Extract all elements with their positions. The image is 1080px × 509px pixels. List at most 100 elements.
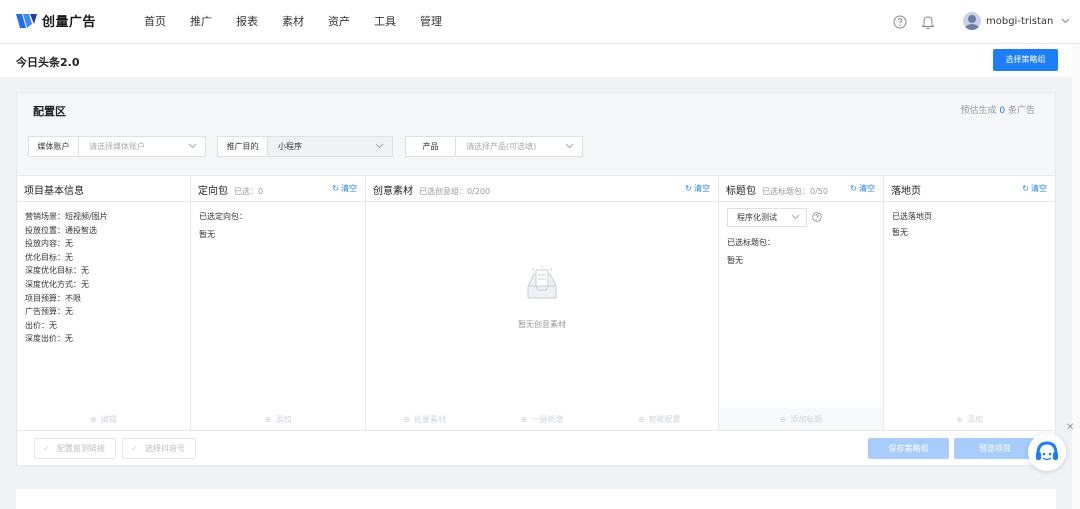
product-select[interactable]: 产品 请选择产品(可选填) bbox=[405, 136, 583, 157]
selected-label: 已选标题包： bbox=[727, 238, 775, 247]
chevron-down-icon bbox=[188, 143, 197, 149]
headline-column: 标题包已选标题包：0/50 清空 程序化测试 已选标题包： 暂无 bbox=[719, 176, 884, 430]
filter-label: 媒体账户 bbox=[29, 137, 79, 156]
add-headline-button[interactable]: 添加标题 bbox=[780, 414, 822, 425]
info-line: 深度优化方式：无 bbox=[25, 279, 89, 289]
clear-targeting-button[interactable]: 清空 bbox=[332, 183, 357, 194]
empty-text: 暂无 bbox=[892, 227, 908, 237]
config-header: 配置区 预估生成 0 条广告 媒体账户 请选择媒体账户 推广目的 小程序 产品 … bbox=[17, 93, 1055, 175]
project-info-column: 项目基本信息 营销场景：短视频/图片 投放位置：通投智选 投放内容：无 优化目标… bbox=[17, 176, 191, 430]
smart-config-button[interactable]: 智能配置 bbox=[638, 414, 681, 425]
landing-column: 落地页 清空 已选落地页 暂无 添加 bbox=[884, 176, 1055, 430]
close-icon[interactable]: ✕ bbox=[1066, 422, 1074, 433]
chevron-down-icon bbox=[1062, 18, 1070, 24]
select-account-button[interactable]: 选择抖音号 bbox=[122, 438, 196, 459]
info-line: 营销场景：短视频/图片 bbox=[25, 212, 108, 221]
brand-logo[interactable]: 创量广告 bbox=[16, 11, 96, 30]
empty-inbox-icon bbox=[527, 266, 557, 299]
promotion-goal-select[interactable]: 推广目的 小程序 bbox=[217, 136, 393, 157]
column-title: 定向包 bbox=[198, 186, 228, 197]
main-nav: 首页 推广 报表 素材 资产 工具 管理 bbox=[144, 0, 466, 44]
info-line: 投放位置：通投智选 bbox=[25, 225, 97, 235]
info-line: 优化目标：无 bbox=[25, 252, 73, 262]
column-footer: 添加 bbox=[884, 408, 1055, 430]
info-line: 广告预算：无 bbox=[25, 307, 73, 317]
column-footer: 编辑 bbox=[17, 408, 190, 430]
clear-creative-button[interactable]: 清空 bbox=[685, 183, 710, 194]
monitor-link-button[interactable]: 配置监测链接 bbox=[34, 438, 116, 459]
selected-label: 已选落地页 bbox=[892, 212, 932, 221]
chevron-down-icon bbox=[565, 143, 574, 149]
filter-label: 产品 bbox=[406, 137, 456, 156]
nav-item-reports[interactable]: 报表 bbox=[236, 0, 258, 44]
add-targeting-button[interactable]: 添加 bbox=[265, 414, 291, 425]
column-header: 定向包已选：0 清空 bbox=[191, 176, 365, 202]
headline-list: 已选标题包： 暂无 bbox=[719, 232, 883, 267]
preview-project-button[interactable]: 预览项目 bbox=[954, 438, 1036, 459]
chevron-down-icon bbox=[791, 214, 800, 220]
edit-project-button[interactable]: 编辑 bbox=[90, 414, 117, 425]
headline-mode-select[interactable]: 程序化测试 bbox=[727, 208, 807, 227]
column-footer: 添加标题 bbox=[719, 408, 883, 430]
top-bar: 创量广告 首页 推广 报表 素材 资产 工具 管理 mobgi-tristan bbox=[0, 0, 1080, 44]
selected-count: 已选创意组：0/200 bbox=[419, 187, 491, 196]
headline-mode-value: 程序化测试 bbox=[737, 213, 777, 222]
user-menu[interactable]: mobgi-tristan bbox=[963, 12, 1070, 30]
column-footer: 添加 bbox=[191, 408, 365, 430]
media-account-select[interactable]: 媒体账户 请选择媒体账户 bbox=[28, 136, 206, 157]
info-line: 深度出价：无 bbox=[25, 334, 73, 344]
clear-headline-button[interactable]: 清空 bbox=[850, 183, 875, 194]
customer-service-button[interactable] bbox=[1028, 433, 1066, 471]
column-title: 标题包 bbox=[726, 186, 756, 197]
column-footer: 批量素材 一键新增 智能配置 bbox=[366, 408, 718, 430]
info-line: 深度优化目标：无 bbox=[25, 266, 89, 276]
selected-label: 已选定向包： bbox=[199, 212, 247, 221]
project-info-list: 营销场景：短视频/图片 投放位置：通投智选 投放内容：无 优化目标：无 深度优化… bbox=[17, 202, 190, 346]
config-columns: 项目基本信息 营销场景：短视频/图片 投放位置：通投智选 投放内容：无 优化目标… bbox=[17, 175, 1055, 430]
nav-item-promotion[interactable]: 推广 bbox=[190, 0, 212, 44]
nav-item-home[interactable]: 首页 bbox=[144, 0, 166, 44]
column-header: 项目基本信息 bbox=[17, 176, 190, 202]
username: mobgi-tristan bbox=[986, 15, 1054, 27]
select-strategy-button[interactable]: 选择策略组 bbox=[993, 49, 1058, 71]
column-title-wrap: 创意素材 已选创意组：0/200 bbox=[373, 182, 490, 197]
quick-add-button[interactable]: 一键新增 bbox=[521, 414, 563, 425]
filter-value: 请选择产品(可选填) bbox=[456, 137, 582, 156]
config-panel: 配置区 预估生成 0 条广告 媒体账户 请选择媒体账户 推广目的 小程序 产品 … bbox=[16, 92, 1056, 466]
selected-count: 已选：0 bbox=[234, 187, 264, 196]
chevron-down-icon bbox=[375, 143, 384, 149]
column-title-wrap: 定向包 已选：0 bbox=[198, 182, 263, 197]
filter-value: 小程序 bbox=[268, 137, 392, 156]
selected-count: 已选标题包：0/50 bbox=[762, 187, 828, 196]
nav-item-manage[interactable]: 管理 bbox=[420, 0, 442, 44]
bottom-card bbox=[16, 489, 1056, 509]
logo-icon bbox=[16, 13, 37, 28]
estimate-text: 预估生成 0 条广告 bbox=[960, 103, 1035, 116]
page-title: 今日头条2.0 bbox=[16, 56, 80, 69]
add-landing-button[interactable]: 添加 bbox=[956, 414, 983, 425]
question-icon[interactable] bbox=[812, 212, 822, 222]
media-account-placeholder: 请选择媒体账户 bbox=[89, 142, 145, 151]
column-header: 创意素材已选创意组：0/200 清空 bbox=[366, 176, 718, 202]
config-footer: 配置监测链接 选择抖音号 保存策略组 预览项目 bbox=[17, 430, 1055, 466]
column-header: 落地页 清空 bbox=[884, 176, 1055, 202]
estimate-prefix: 预估生成 bbox=[960, 106, 997, 116]
scrollbar[interactable] bbox=[1072, 44, 1080, 509]
nav-item-materials[interactable]: 素材 bbox=[282, 0, 304, 44]
empty-creative-text: 暂无创意素材 bbox=[518, 320, 566, 329]
help-icon[interactable] bbox=[893, 15, 907, 29]
promotion-goal-value: 小程序 bbox=[278, 142, 302, 151]
save-strategy-button[interactable]: 保存策略组 bbox=[868, 438, 949, 459]
nav-item-assets[interactable]: 资产 bbox=[328, 0, 350, 44]
info-line: 项目预算：不限 bbox=[25, 293, 81, 303]
bell-icon[interactable] bbox=[921, 14, 935, 30]
clear-landing-button[interactable]: 清空 bbox=[1022, 183, 1047, 194]
estimate-count: 0 bbox=[999, 106, 1006, 116]
filter-label: 推广目的 bbox=[218, 137, 268, 156]
empty-text: 暂无 bbox=[199, 229, 215, 239]
targeting-column: 定向包已选：0 清空 已选定向包： 暂无 添加 bbox=[191, 176, 366, 430]
nav-item-tools[interactable]: 工具 bbox=[374, 0, 396, 44]
creative-column: 创意素材已选创意组：0/200 清空 暂无创意素材 批量素材 一键新增 智能配置 bbox=[366, 176, 719, 430]
info-line: 出价：无 bbox=[25, 320, 57, 330]
batch-material-button[interactable]: 批量素材 bbox=[403, 414, 446, 425]
